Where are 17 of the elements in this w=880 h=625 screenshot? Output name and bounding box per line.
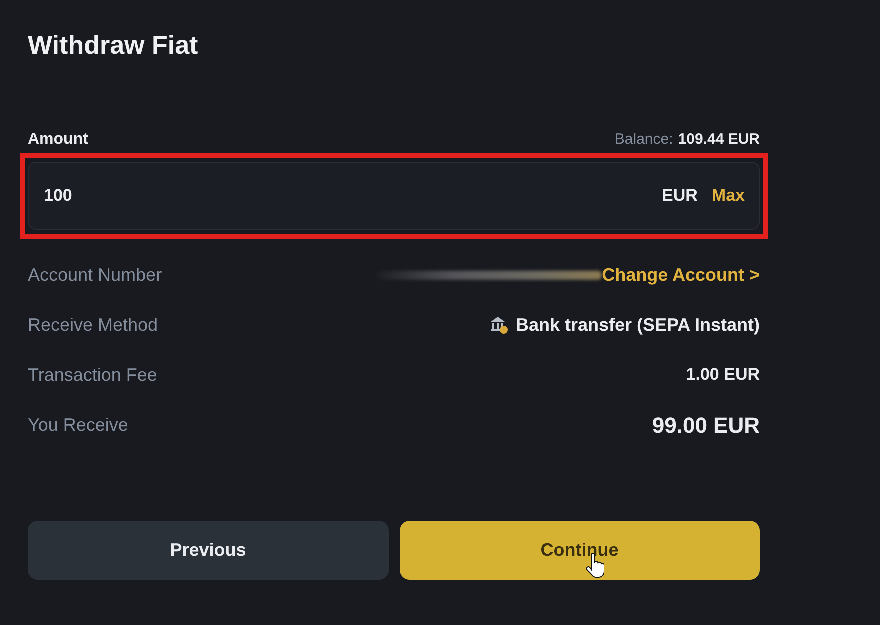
balance-label: Balance:	[614, 130, 674, 150]
detail-label: Receive Method	[28, 314, 158, 336]
amount-label: Amount	[28, 130, 88, 150]
bank-icon	[490, 316, 508, 334]
change-account-link[interactable]: Change Account >	[602, 262, 760, 288]
detail-label: Account Number	[28, 264, 162, 286]
total-value: 99.00 EUR	[652, 412, 760, 440]
detail-label: You Receive	[28, 414, 128, 436]
page-title: Withdraw Fiat	[28, 29, 198, 61]
max-button[interactable]: Max	[712, 184, 745, 208]
continue-button[interactable]: Continue	[400, 521, 760, 580]
detail-value: Bank transfer (SEPA Instant)	[516, 314, 760, 337]
currency-label: EUR	[662, 185, 698, 208]
detail-value: 1.00 EUR	[686, 364, 760, 386]
detail-label: Transaction Fee	[28, 364, 158, 386]
balance-value: 109.44 EUR	[678, 130, 760, 150]
previous-button[interactable]: Previous	[28, 521, 388, 580]
